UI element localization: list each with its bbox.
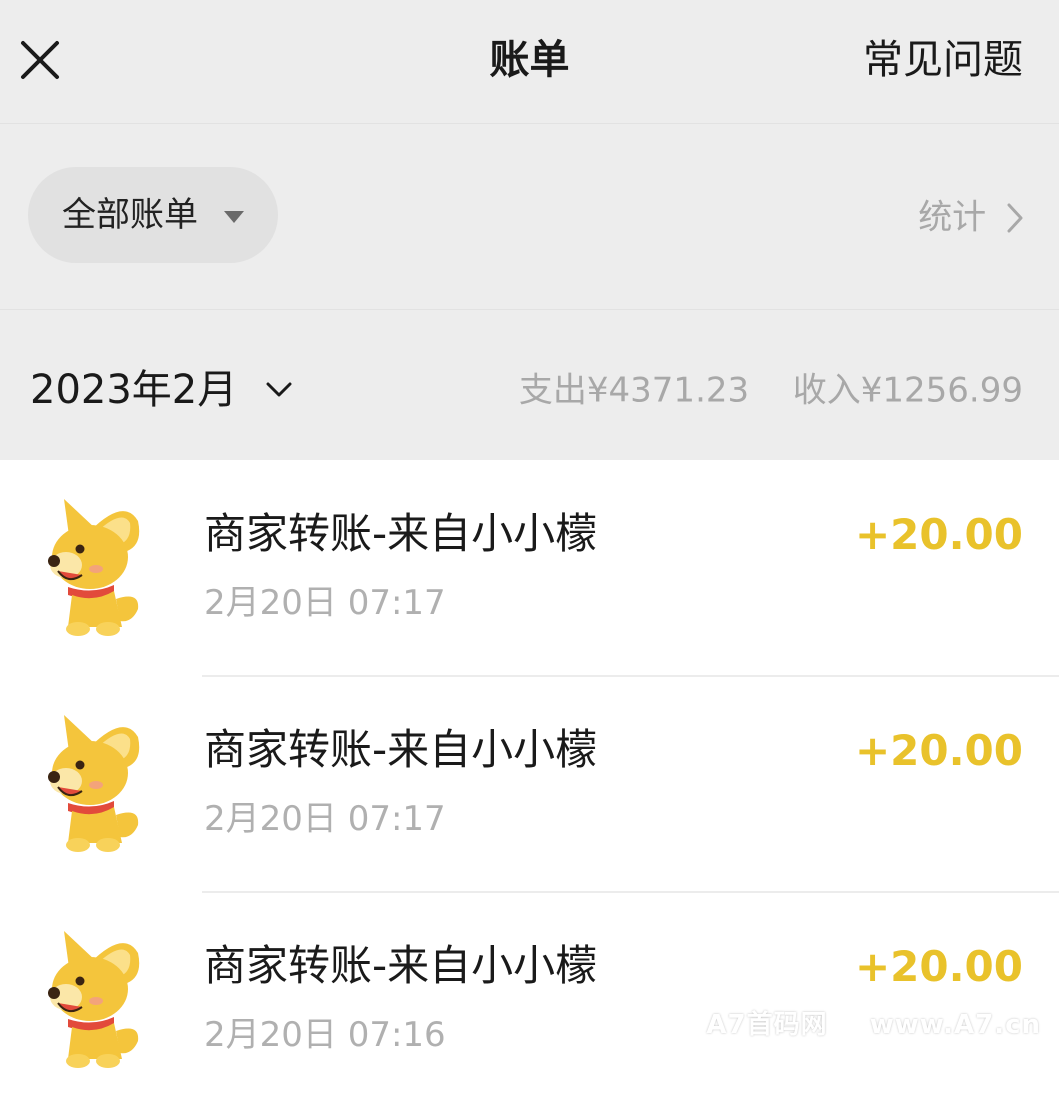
close-icon: [21, 41, 59, 79]
watermark-brand: A7首码网: [706, 1010, 828, 1040]
transaction-row[interactable]: 商家转账-来自小小檬 2月20日 07:17 +20.00: [0, 677, 1059, 893]
transaction-time: 2月20日 07:17: [204, 583, 446, 623]
month-label: 2023年2月: [30, 367, 238, 413]
app-header: 账单 常见问题: [0, 0, 1059, 124]
transaction-row[interactable]: 商家转账-来自小小檬 2月20日 07:16 +20.00: [0, 893, 1059, 1109]
transaction-row[interactable]: 商家转账-来自小小檬 2月20日 07:17 +20.00: [0, 461, 1059, 677]
dog-avatar-icon: [28, 707, 152, 857]
dog-avatar-icon: [28, 491, 152, 641]
bill-type-dropdown[interactable]: 全部账单: [28, 167, 278, 263]
transaction-title: 商家转账-来自小小檬: [204, 941, 598, 990]
caret-down-icon: [224, 211, 244, 223]
income-total: 收入¥1256.99: [792, 370, 1023, 411]
month-totals: 支出¥4371.23 收入¥1256.99: [519, 365, 1023, 415]
watermark: A7首码网 www.A7.cn: [706, 1008, 1041, 1042]
statistics-label: 统计: [918, 197, 987, 238]
transaction-amount: +20.00: [854, 726, 1023, 775]
faq-link[interactable]: 常见问题: [863, 32, 1023, 88]
month-picker[interactable]: 2023年2月: [30, 360, 292, 418]
chevron-right-icon: [1007, 203, 1023, 232]
transaction-time: 2月20日 07:17: [204, 799, 446, 839]
expense-total: 支出¥4371.23: [518, 370, 750, 411]
watermark-url: www.A7.cn: [869, 1010, 1041, 1040]
filter-bar: 全部账单 统计: [0, 124, 1059, 310]
transaction-amount: +20.00: [854, 510, 1023, 559]
chevron-down-icon: [266, 382, 292, 397]
bill-type-label: 全部账单: [62, 195, 198, 235]
month-summary-bar: 2023年2月 支出¥4371.23 收入¥1256.99: [0, 310, 1059, 460]
statistics-link[interactable]: 统计: [918, 192, 1023, 242]
close-button[interactable]: [20, 40, 60, 80]
transaction-title: 商家转账-来自小小檬: [204, 725, 598, 774]
dog-avatar-icon: [28, 923, 152, 1073]
transaction-amount: +20.00: [854, 942, 1023, 991]
transaction-title: 商家转账-来自小小檬: [204, 509, 598, 558]
transaction-time: 2月20日 07:16: [204, 1015, 446, 1055]
